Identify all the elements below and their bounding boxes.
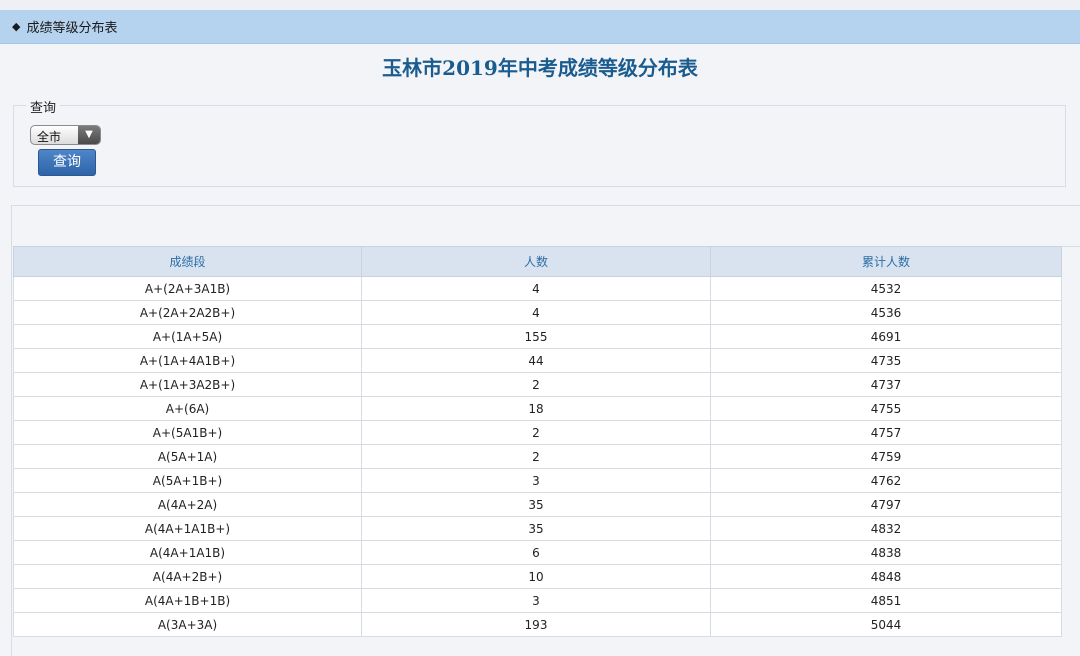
cell-score-band: A(5A+1A): [13, 444, 362, 469]
cell-cumulative: 4536: [710, 300, 1062, 325]
cell-cumulative: 4759: [710, 444, 1062, 469]
cell-count: 4: [361, 276, 711, 301]
cell-cumulative: 4735: [710, 348, 1062, 373]
diamond-icon: ◆: [12, 20, 21, 33]
cell-score-band: A(4A+1B+1B): [13, 588, 362, 613]
table-row: A+(1A+3A2B+) 2 4737: [13, 372, 1062, 397]
table-row: A(3A+3A) 193 5044: [13, 612, 1062, 637]
cell-score-band: A(4A+1A1B): [13, 540, 362, 565]
cell-cumulative: 4838: [710, 540, 1062, 565]
query-button[interactable]: 查询: [38, 149, 96, 176]
table-row: A+(1A+4A1B+) 44 4735: [13, 348, 1062, 373]
cell-score-band: A+(1A+3A2B+): [13, 372, 362, 397]
query-legend: 查询: [26, 97, 61, 116]
cell-cumulative: 4532: [710, 276, 1062, 301]
cell-count: 4: [361, 300, 711, 325]
table-row: A(4A+1B+1B) 3 4851: [13, 588, 1062, 613]
page-title: 玉林市2019年中考成绩等级分布表: [382, 56, 698, 80]
cell-count: 18: [361, 396, 711, 421]
cell-score-band: A+(1A+4A1B+): [13, 348, 362, 373]
table-header-spacer: [1061, 246, 1080, 275]
table-row: A(4A+1A1B) 6 4838: [13, 540, 1062, 565]
cell-count: 2: [361, 444, 711, 469]
table-row: A(4A+2A) 35 4797: [13, 492, 1062, 517]
cell-score-band: A+(2A+2A2B+): [13, 300, 362, 325]
cell-count: 2: [361, 372, 711, 397]
table-row: A(4A+2B+) 10 4848: [13, 564, 1062, 589]
cell-count: 3: [361, 468, 711, 493]
table-header-row: 成绩段 人数 累计人数: [13, 246, 1062, 277]
cell-score-band: A+(6A): [13, 396, 362, 421]
cell-cumulative: 4691: [710, 324, 1062, 349]
cell-count: 44: [361, 348, 711, 373]
header-bar: ◆ 成绩等级分布表: [0, 10, 1080, 44]
cell-score-band: A(5A+1B+): [13, 468, 362, 493]
cell-count: 155: [361, 324, 711, 349]
table-row: A+(2A+3A1B) 4 4532: [13, 276, 1062, 301]
cell-score-band: A(4A+1A1B+): [13, 516, 362, 541]
cell-cumulative: 4848: [710, 564, 1062, 589]
cell-score-band: A+(1A+5A): [13, 324, 362, 349]
region-select-value: 全市: [37, 130, 62, 144]
cell-score-band: A(4A+2B+): [13, 564, 362, 589]
column-header-score-band: 成绩段: [13, 246, 362, 277]
table-row: A+(2A+2A2B+) 4 4536: [13, 300, 1062, 325]
table-row: A+(5A1B+) 2 4757: [13, 420, 1062, 445]
cell-cumulative: 4797: [710, 492, 1062, 517]
column-header-count: 人数: [361, 246, 711, 277]
cell-count: 35: [361, 492, 711, 517]
chevron-down-icon: ▼: [78, 126, 100, 144]
top-strip: [0, 0, 1080, 10]
cell-count: 10: [361, 564, 711, 589]
column-header-cumulative: 累计人数: [710, 246, 1062, 277]
cell-score-band: A(3A+3A): [13, 612, 362, 637]
cell-cumulative: 4737: [710, 372, 1062, 397]
table-row: A(4A+1A1B+) 35 4832: [13, 516, 1062, 541]
cell-cumulative: 4755: [710, 396, 1062, 421]
results-table: 成绩段 人数 累计人数 A+(2A+3A1B) 4 4532 A+(2A+2A2B+…: [13, 246, 1062, 637]
cell-cumulative: 4762: [710, 468, 1062, 493]
cell-count: 6: [361, 540, 711, 565]
cell-cumulative: 5044: [710, 612, 1062, 637]
table-row: A+(1A+5A) 155 4691: [13, 324, 1062, 349]
cell-cumulative: 4851: [710, 588, 1062, 613]
cell-score-band: A(4A+2A): [13, 492, 362, 517]
table-row: A(5A+1A) 2 4759: [13, 444, 1062, 469]
table-row: A(5A+1B+) 3 4762: [13, 468, 1062, 493]
table-row: A+(6A) 18 4755: [13, 396, 1062, 421]
cell-count: 35: [361, 516, 711, 541]
cell-cumulative: 4757: [710, 420, 1062, 445]
cell-count: 2: [361, 420, 711, 445]
cell-count: 3: [361, 588, 711, 613]
query-fieldset: [13, 105, 1066, 187]
region-select[interactable]: 全市 ▼: [30, 125, 101, 145]
cell-score-band: A+(5A1B+): [13, 420, 362, 445]
header-title: 成绩等级分布表: [26, 21, 118, 36]
cell-score-band: A+(2A+3A1B): [13, 276, 362, 301]
cell-cumulative: 4832: [710, 516, 1062, 541]
cell-count: 193: [361, 612, 711, 637]
